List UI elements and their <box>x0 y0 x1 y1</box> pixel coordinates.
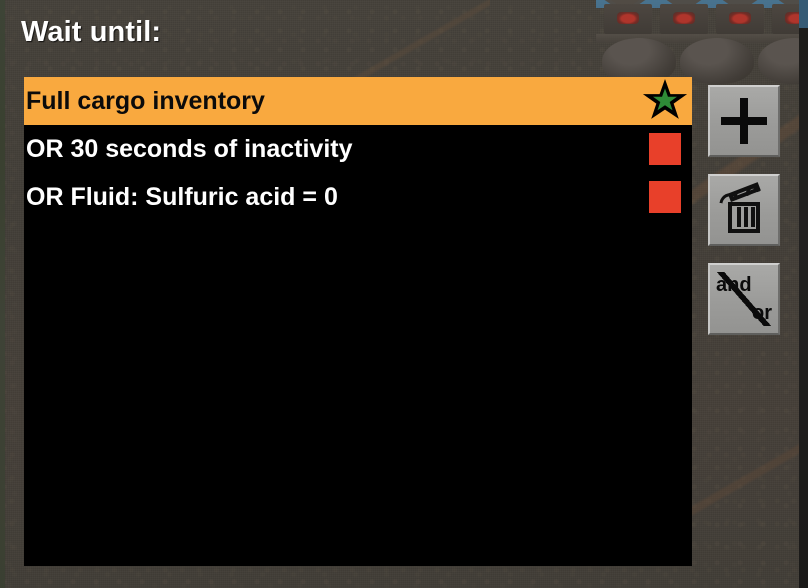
red-square-icon <box>649 133 681 165</box>
and-or-icon: and or <box>714 272 774 326</box>
wait-condition-status <box>638 173 692 221</box>
star-icon <box>640 78 690 124</box>
wait-condition-label: OR 30 seconds of inactivity <box>26 136 353 162</box>
trash-icon <box>719 182 769 235</box>
and-or-toggle-button[interactable]: and or <box>708 263 780 335</box>
red-square-icon <box>649 181 681 213</box>
trash-icon-slot <box>744 207 748 227</box>
delete-condition-button[interactable] <box>708 174 780 246</box>
wait-condition-row-1[interactable]: OR 30 seconds of inactivity <box>24 125 692 173</box>
train-schedule-wait-until-dialog: Wait until: Full cargo inventory OR 30 s… <box>0 0 808 588</box>
wait-condition-status <box>638 125 692 173</box>
trash-icon-slot <box>737 207 741 227</box>
trash-icon-slot <box>751 207 755 227</box>
left-edge-strip <box>0 0 5 588</box>
condition-actions-toolbar: and or <box>708 85 780 352</box>
right-edge-strip <box>799 0 808 588</box>
right-edge-sky-strip <box>799 0 808 28</box>
wait-condition-label: OR Fluid: Sulfuric acid = 0 <box>26 184 338 210</box>
background-machine-cluster <box>596 0 808 84</box>
wait-condition-status <box>638 77 692 125</box>
wait-condition-label: Full cargo inventory <box>26 88 265 114</box>
wait-condition-row-0[interactable]: Full cargo inventory <box>24 77 692 125</box>
plus-icon <box>721 98 767 144</box>
and-or-icon-or-label: or <box>752 302 772 324</box>
background-machine-light <box>729 12 751 24</box>
wait-conditions-list[interactable]: Full cargo inventory OR 30 seconds of in… <box>24 77 692 566</box>
background-machine-light <box>673 12 695 24</box>
wait-condition-row-2[interactable]: OR Fluid: Sulfuric acid = 0 <box>24 173 692 221</box>
page-title: Wait until: <box>21 16 162 48</box>
add-condition-button[interactable] <box>708 85 780 157</box>
trash-icon-arrow <box>719 192 738 205</box>
background-machine-light <box>617 12 639 24</box>
